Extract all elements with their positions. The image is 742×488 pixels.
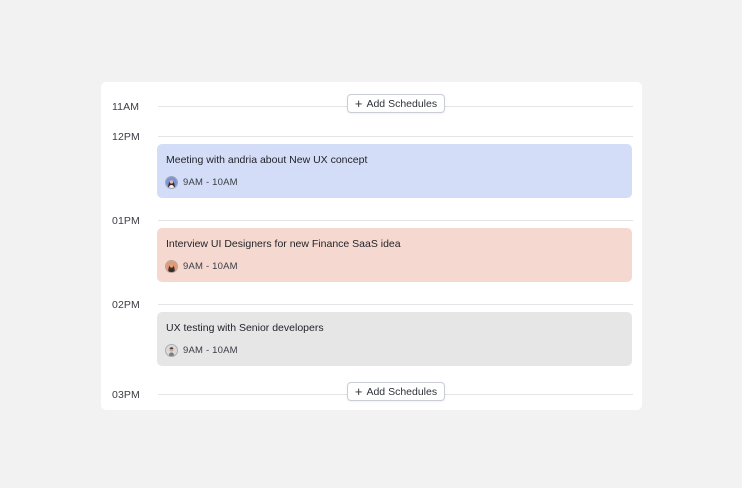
event-meta: 9AM - 10AM — [165, 176, 238, 189]
event-title: Interview UI Designers for new Finance S… — [166, 238, 401, 250]
hour-divider — [445, 106, 633, 107]
event-time: 9AM - 10AM — [183, 177, 238, 188]
hour-divider — [158, 220, 633, 221]
event-title: Meeting with andria about New UX concept — [166, 154, 368, 166]
time-label-11am: 11AM — [112, 101, 140, 113]
time-label-02pm: 02PM — [112, 299, 140, 311]
event-meta: 9AM - 10AM — [165, 260, 238, 273]
event-time: 9AM - 10AM — [183, 261, 238, 272]
add-schedules-label: Add Schedules — [366, 385, 438, 398]
hour-divider — [158, 304, 633, 305]
hour-divider — [445, 394, 633, 395]
event-meta: 9AM - 10AM — [165, 344, 238, 357]
add-schedules-label: Add Schedules — [366, 97, 438, 110]
hour-divider — [158, 106, 347, 107]
hour-divider — [158, 394, 347, 395]
event-card[interactable]: UX testing with Senior developers 9AM - … — [157, 312, 632, 366]
avatar-woman-blue-icon — [165, 176, 178, 189]
time-label-03pm: 03PM — [112, 389, 140, 401]
event-time: 9AM - 10AM — [183, 345, 238, 356]
add-schedules-button[interactable]: + Add Schedules — [347, 94, 445, 113]
avatar-woman-orange-icon — [165, 260, 178, 273]
event-card[interactable]: Interview UI Designers for new Finance S… — [157, 228, 632, 282]
plus-icon: + — [354, 383, 363, 399]
plus-icon: + — [354, 95, 363, 111]
event-card[interactable]: Meeting with andria about New UX concept… — [157, 144, 632, 198]
time-label-12pm: 12PM — [112, 131, 140, 143]
avatar-man-gray-icon — [165, 344, 178, 357]
add-schedules-button[interactable]: + Add Schedules — [347, 382, 445, 401]
time-label-01pm: 01PM — [112, 215, 140, 227]
event-title: UX testing with Senior developers — [166, 322, 324, 334]
schedule-card: 11AM + Add Schedules 12PM Meeting with a… — [101, 82, 642, 410]
hour-divider — [158, 136, 633, 137]
